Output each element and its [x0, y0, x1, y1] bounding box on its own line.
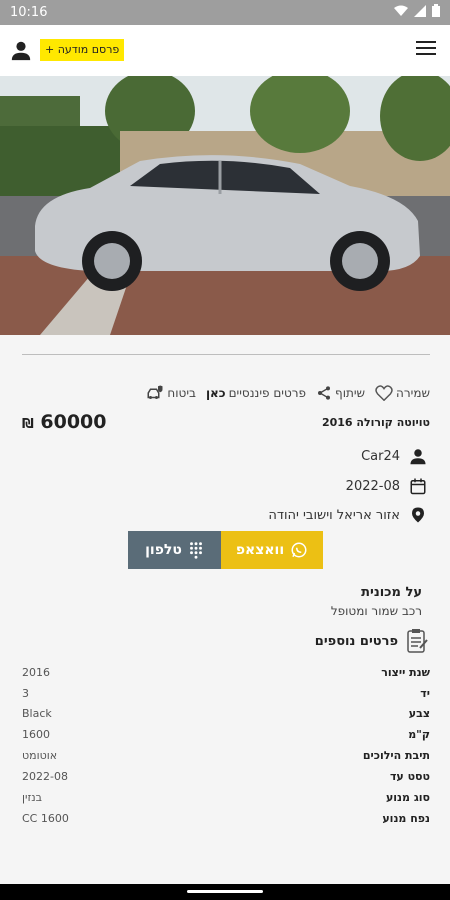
person-icon: [408, 446, 428, 466]
spec-row: סוג מנוע בנזין: [22, 791, 430, 807]
spec-value: 1600 CC: [22, 812, 69, 825]
about-title: על מכונית: [361, 585, 422, 600]
spec-label: שנת ייצור: [381, 666, 430, 679]
listing-actions: שמירה שיתוף פרטים פיננסיים כאן ביטוח: [136, 383, 430, 403]
user-icon[interactable]: [10, 39, 32, 61]
save-label: שמירה: [396, 386, 430, 400]
spec-value: 3: [22, 687, 29, 700]
listing-date: 2022-08: [345, 478, 400, 494]
save-button[interactable]: שמירה: [375, 385, 430, 401]
wifi-icon: [394, 5, 408, 16]
spec-label: צבע: [408, 707, 430, 720]
spec-value: בנזין: [22, 791, 43, 804]
calendar-icon: [408, 476, 428, 496]
spec-value: 2016: [22, 666, 50, 679]
whatsapp-icon: [291, 542, 307, 558]
finance-link[interactable]: כאן: [206, 386, 226, 400]
finance-prefix: פרטים פיננסיים: [228, 386, 307, 400]
status-bar: 10:16: [0, 0, 450, 25]
share-label: שיתוף: [335, 386, 366, 400]
status-icons: [394, 4, 440, 17]
location-pin-icon: [408, 505, 428, 525]
divider: [22, 354, 430, 355]
spec-value: 1600: [22, 728, 50, 741]
spec-label: ק"מ: [408, 728, 430, 741]
spec-row: נפח מנוע 1600 CC: [22, 812, 430, 828]
car-insurance-icon: [147, 385, 163, 399]
location-row: אזור אריאל וישובי יהודה: [268, 504, 428, 526]
spec-row: תיבת הילוכים אוטומט: [22, 749, 430, 765]
listing-title: טויוטה קורולה 2016: [321, 416, 430, 429]
spec-label: טסט עד: [389, 770, 430, 783]
dialpad-icon: [189, 542, 202, 559]
extra-details-title: פרטים נוספים: [314, 633, 398, 649]
car-photo[interactable]: [0, 76, 450, 335]
menu-icon[interactable]: [416, 41, 436, 57]
spec-label: תיבת הילוכים: [362, 749, 430, 762]
extra-details-header: פרטים נוספים: [315, 628, 428, 654]
spec-row: טסט עד 2022-08: [22, 770, 430, 786]
currency-symbol: ₪: [22, 417, 34, 432]
date-row: 2022-08: [346, 475, 428, 497]
spec-label: סוג מנוע: [385, 791, 430, 804]
insurance-label: ביטוח: [167, 386, 196, 400]
insurance-button[interactable]: ביטוח: [146, 384, 196, 402]
spec-row: צבע Black: [22, 707, 430, 723]
seller-name: Car24: [361, 448, 400, 464]
app-bar: + פרסם מודעה: [0, 25, 450, 76]
spec-row: שנת ייצור 2016: [22, 666, 430, 682]
price: ₪ 60000: [22, 411, 107, 433]
battery-icon: [432, 4, 440, 17]
status-time: 10:16: [10, 5, 48, 20]
home-handle[interactable]: [187, 890, 263, 893]
heart-icon: [375, 385, 393, 401]
spec-label: נפח מנוע: [382, 812, 430, 825]
post-ad-button[interactable]: + פרסם מודעה: [40, 39, 125, 61]
spec-value: Black: [22, 707, 52, 720]
about-text: רכב שמור ומטופל: [330, 604, 422, 618]
spec-row: ק"מ 1600: [22, 728, 430, 744]
system-nav-bar: [0, 884, 450, 900]
spec-value: 2022-08: [22, 770, 68, 783]
whatsapp-button[interactable]: וואצאפ: [221, 531, 323, 569]
seller-row: Car24: [361, 445, 428, 467]
spec-value: אוטומט: [22, 749, 58, 762]
spec-label: יד: [420, 687, 430, 700]
phone-button[interactable]: טלפון: [128, 531, 221, 569]
clipboard-icon: [407, 629, 428, 653]
whatsapp-label: וואצאפ: [235, 542, 285, 558]
spec-row: יד 3: [22, 687, 430, 703]
signal-icon: [414, 4, 426, 17]
share-icon: [318, 386, 331, 400]
share-button[interactable]: שיתוף: [316, 385, 365, 401]
phone-label: טלפון: [145, 542, 182, 558]
price-value: 60000: [40, 411, 107, 433]
finance-details-link[interactable]: פרטים פיננסיים כאן: [206, 386, 306, 400]
listing-location: אזור אריאל וישובי יהודה: [268, 507, 400, 523]
